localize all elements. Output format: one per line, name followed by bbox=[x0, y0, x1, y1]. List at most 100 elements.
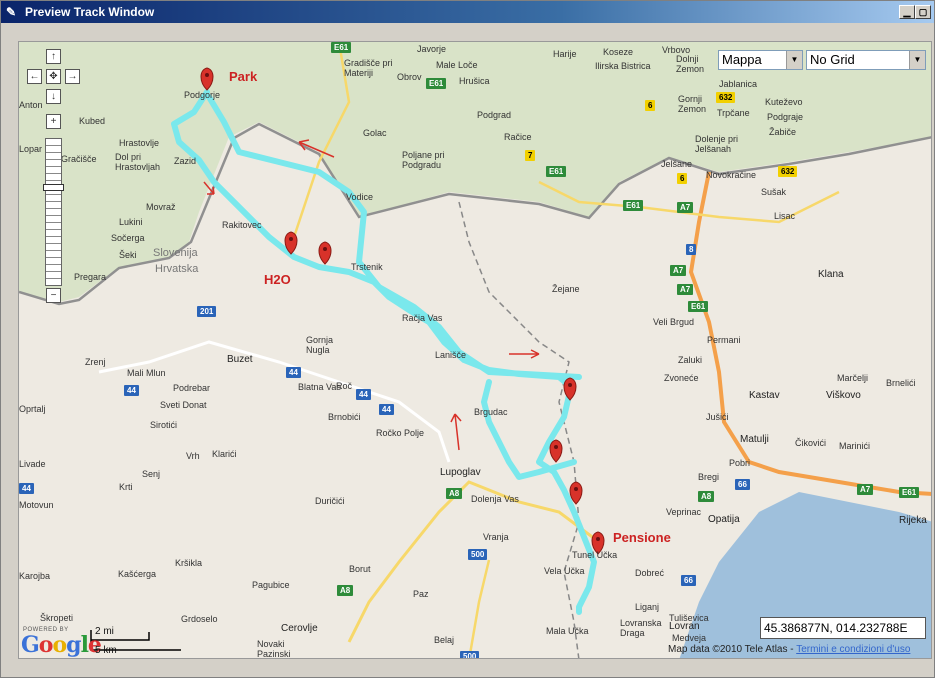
place-label: Pagubice bbox=[252, 580, 290, 590]
road-shield-a8: A8 bbox=[698, 491, 715, 502]
place-label: Krti bbox=[119, 482, 133, 492]
map-type-value: Mappa bbox=[722, 52, 762, 67]
map-viewport[interactable]: Javorje Harije Koseze Vrbovo Gradišče pr… bbox=[18, 41, 932, 659]
place-label: Mali Mlun bbox=[127, 368, 166, 378]
road-500 bbox=[468, 559, 491, 658]
place-label: Pregara bbox=[74, 272, 107, 282]
preview-track-window: ✎ Preview Track Window ▁ ▢ Javorje Harij… bbox=[0, 0, 935, 678]
road-shield-7: 7 bbox=[525, 150, 536, 161]
map-attribution: Map data ©2010 Tele Atlas - Termini e co… bbox=[668, 644, 910, 655]
place-label: Lopar bbox=[19, 144, 43, 154]
zoom-slider-track[interactable] bbox=[45, 138, 62, 286]
chevron-down-icon[interactable]: ▼ bbox=[786, 51, 802, 69]
road-shield-e61: E61 bbox=[623, 200, 644, 211]
place-label: Opatija bbox=[708, 514, 740, 525]
place-label: Jablanica bbox=[719, 79, 758, 89]
place-label: Račice bbox=[504, 132, 532, 142]
country-label: Slovenija bbox=[153, 247, 198, 259]
road-shield-44: 44 bbox=[19, 483, 34, 494]
chevron-down-icon[interactable]: ▼ bbox=[909, 51, 925, 69]
place-label: Paz bbox=[413, 589, 429, 599]
road-shield-e61: E61 bbox=[331, 42, 352, 53]
place-label: Veprinac bbox=[666, 507, 702, 517]
grid-type-select[interactable]: No Grid ▼ bbox=[806, 50, 926, 70]
place-label: Dol pri Hrastovljah bbox=[115, 152, 161, 172]
place-label: Sušak bbox=[761, 187, 787, 197]
place-label: Žabiče bbox=[769, 127, 797, 137]
road-shield-66: 66 bbox=[735, 479, 750, 490]
place-label: Kašćerga bbox=[118, 569, 157, 579]
place-label: Brnelići bbox=[886, 378, 916, 388]
border-line bbox=[458, 201, 580, 658]
place-label: Duričići bbox=[315, 496, 345, 506]
pan-right-button[interactable]: → bbox=[65, 69, 80, 84]
direction-arrow-3 bbox=[509, 349, 540, 359]
road-shield-6: 6 bbox=[645, 100, 656, 111]
place-label: Hrastovlje bbox=[119, 138, 160, 148]
place-label: Novokračine bbox=[706, 170, 757, 180]
place-label: Zrenj bbox=[85, 357, 106, 367]
place-label: Belaj bbox=[434, 635, 455, 645]
place-label: Marinići bbox=[839, 441, 871, 451]
place-label: Hrušica bbox=[459, 76, 490, 86]
place-label: Žejane bbox=[552, 284, 580, 294]
google-logo[interactable]: Google bbox=[21, 632, 102, 658]
zoom-in-button[interactable]: + bbox=[46, 114, 61, 129]
road-shield-e61: E61 bbox=[546, 166, 567, 177]
place-label: Lisac bbox=[774, 211, 796, 221]
place-label: Gračišče bbox=[61, 154, 97, 164]
place-label: Blatna Vas bbox=[298, 382, 341, 392]
pan-center-button[interactable]: ✥ bbox=[46, 69, 61, 84]
place-label: Šeki bbox=[119, 250, 137, 260]
place-label: Zvoneće bbox=[664, 373, 699, 383]
place-label: Podgorje bbox=[184, 90, 221, 100]
terms-link[interactable]: Termini e condizioni d'uso bbox=[796, 644, 910, 655]
road-shield-e61: E61 bbox=[426, 78, 447, 89]
annotation-park: Park bbox=[229, 69, 258, 84]
coordinate-readout: 45.386877N, 014.232788E bbox=[760, 617, 926, 639]
place-label: Buzet bbox=[227, 354, 253, 365]
place-label: Brnobići bbox=[328, 412, 361, 422]
road-shield-44: 44 bbox=[356, 389, 371, 400]
place-label: Matulji bbox=[740, 434, 769, 445]
place-label: Kubed bbox=[79, 116, 106, 126]
title-bar[interactable]: ✎ Preview Track Window ▁ ▢ bbox=[1, 1, 934, 23]
pan-down-button[interactable]: ↓ bbox=[46, 89, 61, 104]
place-label: Podgrad bbox=[477, 110, 512, 120]
direction-arrow-4 bbox=[450, 413, 462, 451]
place-label: Lovranska Draga bbox=[620, 618, 662, 638]
road-shield-44: 44 bbox=[379, 404, 394, 415]
place-label: Borut bbox=[349, 564, 371, 574]
app-icon: ✎ bbox=[6, 5, 17, 19]
place-label: Dolenja Vas bbox=[471, 494, 519, 504]
place-label: Zaluki bbox=[678, 355, 703, 365]
road-shield-44: 44 bbox=[124, 385, 139, 396]
place-label: Golac bbox=[363, 128, 387, 138]
place-label: Čikovići bbox=[795, 438, 827, 448]
maximize-button[interactable]: ▢ bbox=[915, 5, 931, 19]
road-shield-500: 500 bbox=[468, 549, 488, 560]
attribution-text: Map data ©2010 Tele Atlas - bbox=[668, 644, 797, 655]
pan-left-button[interactable]: ← bbox=[27, 69, 42, 84]
road-shield-500: 500 bbox=[460, 651, 480, 658]
zoom-out-button[interactable]: − bbox=[46, 288, 61, 303]
road-44 bbox=[98, 340, 451, 463]
place-label: Jušići bbox=[706, 412, 729, 422]
map-type-select[interactable]: Mappa ▼ bbox=[718, 50, 803, 70]
place-label: Veli Brgud bbox=[653, 317, 695, 327]
place-label: Podgraje bbox=[767, 112, 804, 122]
pan-up-button[interactable]: ↑ bbox=[46, 49, 61, 64]
zoom-slider-thumb[interactable] bbox=[43, 184, 64, 191]
place-label: Permani bbox=[707, 335, 741, 345]
grid-type-value: No Grid bbox=[810, 52, 855, 67]
road-shield-a8: A8 bbox=[446, 488, 463, 499]
road-shield-632: 632 bbox=[778, 166, 798, 177]
place-label: Lupoglav bbox=[440, 467, 481, 478]
minimize-button[interactable]: ▁ bbox=[899, 5, 915, 19]
place-label: Tuliševica bbox=[669, 613, 709, 623]
place-label: Lanišče bbox=[435, 350, 467, 360]
marker-h2o-2 bbox=[318, 241, 332, 265]
place-label: Račja Vas bbox=[402, 313, 443, 323]
place-label: Cerovlje bbox=[281, 623, 318, 634]
road-shield-8: 8 bbox=[686, 244, 697, 255]
